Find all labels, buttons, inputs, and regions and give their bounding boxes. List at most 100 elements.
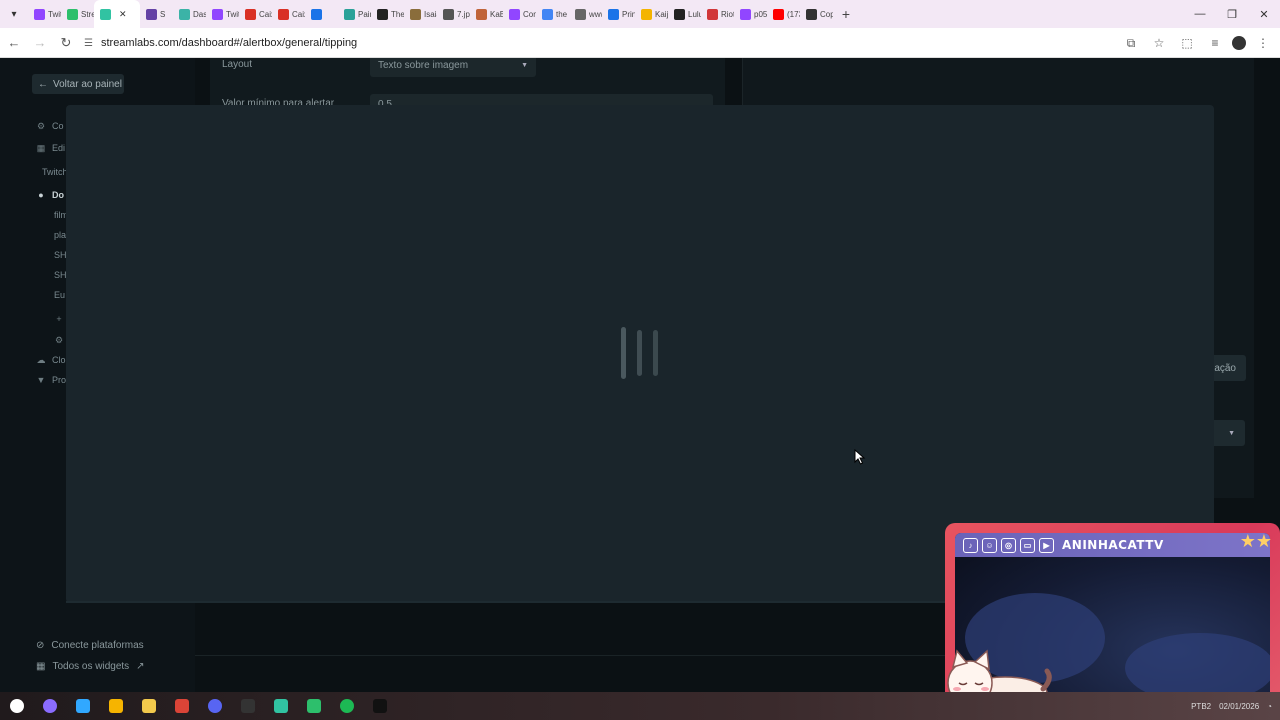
browser-tab[interactable]: Pain [338, 0, 371, 28]
new-tab-button[interactable]: + [833, 0, 859, 28]
sidebar-item-products[interactable]: ▼ Pro [36, 375, 66, 385]
profile-avatar[interactable] [1232, 36, 1246, 50]
reload-icon[interactable]: ↻ [54, 31, 78, 55]
notification-icon[interactable]: ◔ [1267, 702, 1272, 711]
sidebar-item-cloud[interactable]: ☁ Clo [36, 354, 66, 366]
photoshop-icon [75, 699, 90, 713]
media-player-icon [306, 699, 321, 713]
all-widgets-link[interactable]: ▦ Todos os widgets ↗ [36, 661, 145, 672]
chrome-canary-icon [108, 699, 123, 713]
taskbar-app-discord-chrome[interactable] [198, 692, 231, 720]
tab-favicon-icon [179, 8, 190, 20]
taskbar-app-chrome-canary[interactable] [99, 692, 132, 720]
taskbar-app-streamlabs[interactable] [264, 692, 297, 720]
extensions-icon[interactable]: ⬚ [1176, 32, 1198, 54]
sidebar-item-twitch[interactable]: Twitch [42, 167, 68, 177]
layout-select[interactable]: Texto sobre imagem ▼ [370, 58, 536, 77]
taskbar-app-chrome[interactable] [165, 692, 198, 720]
tab-title: Con [523, 9, 536, 19]
taskbar-app-capcut[interactable] [363, 692, 396, 720]
browser-tab[interactable]: (173 [767, 0, 800, 28]
browser-tab[interactable]: Riot [701, 0, 734, 28]
taskbar-app-file-explorer[interactable] [132, 692, 165, 720]
capcut-icon [372, 699, 387, 713]
address-bar[interactable]: ☰ streamlabs.com/dashboard#/alertbox/gen… [80, 31, 1140, 55]
taskbar-app-photoshop[interactable] [66, 692, 99, 720]
browser-tab[interactable]: Caix [272, 0, 305, 28]
tab-search-icon[interactable]: ▾ [0, 0, 28, 28]
grid-icon: ▦ [36, 661, 46, 672]
browser-tab[interactable]: Stre [61, 0, 94, 28]
back-arrow-icon[interactable]: ← [2, 31, 26, 55]
taskbar-app-media-player[interactable] [297, 692, 330, 720]
browser-tab[interactable]: Lulu [668, 0, 701, 28]
tab-title: the [556, 9, 568, 19]
tab-favicon-icon [377, 8, 388, 20]
discord-chrome-icon [207, 699, 222, 713]
url-text[interactable]: streamlabs.com/dashboard#/alertbox/gener… [101, 37, 357, 49]
connect-platforms-link[interactable]: ⊘ Conecte plataformas [36, 640, 144, 651]
sidebar-item-donations[interactable]: ● Do [36, 190, 64, 200]
gear-icon: ⚙ [36, 120, 46, 131]
mouse-cursor-icon [854, 449, 866, 465]
browser-tab[interactable]: Dast [173, 0, 206, 28]
sidebar-settings-button[interactable]: ⚙ [54, 335, 64, 345]
tab-favicon-icon [707, 8, 718, 20]
sidebar-subitem-2[interactable]: pla [54, 230, 66, 240]
browser-tab[interactable] [305, 0, 338, 28]
sidebar-item-config[interactable]: ⚙ Co [36, 120, 64, 132]
browser-tab[interactable]: 7.jpe [437, 0, 470, 28]
clock-date[interactable]: 02/01/2026 [1219, 702, 1259, 711]
browser-tab[interactable]: Kaij [635, 0, 668, 28]
browser-tab[interactable]: Isaia [404, 0, 437, 28]
sidebar-subitem-4[interactable]: SH [54, 270, 67, 280]
kebab-menu-icon[interactable]: ⋮ [1252, 32, 1274, 54]
close-tab-icon[interactable]: ✕ [119, 9, 127, 20]
sidebar-subitem-3[interactable]: SH [54, 250, 67, 260]
browser-tab[interactable]: www [569, 0, 602, 28]
sidebar-item-editor[interactable]: ▦ Edi [36, 143, 65, 154]
browser-tab[interactable]: p05 [734, 0, 767, 28]
site-info-icon[interactable]: ☰ [84, 38, 93, 49]
start-icon [9, 699, 24, 713]
taskbar-app-obs[interactable] [231, 692, 264, 720]
caret-down-icon: ▼ [1228, 429, 1235, 437]
tab-favicon-icon [806, 8, 817, 20]
cortana-icon [42, 699, 57, 713]
back-to-dashboard-button[interactable]: ← Voltar ao painel [32, 74, 124, 94]
browser-tab[interactable]: S [140, 0, 173, 28]
cloud-icon: ☁ [36, 354, 46, 365]
tab-title: 7.jpe [457, 9, 470, 19]
obs-icon [240, 699, 255, 713]
browser-tab[interactable]: Prin [602, 0, 635, 28]
browser-tab[interactable]: Twit [206, 0, 239, 28]
browser-tab[interactable]: Caix [239, 0, 272, 28]
translate-icon[interactable]: ⧉ [1120, 32, 1142, 54]
browser-tab[interactable]: Con [503, 0, 536, 28]
bookmark-star-icon[interactable]: ☆ [1148, 32, 1170, 54]
browser-tab[interactable]: ✕ [94, 0, 140, 28]
browser-tab[interactable]: The [371, 0, 404, 28]
browser-tab[interactable]: Cop [800, 0, 833, 28]
stars-icon: ★★ [1239, 531, 1272, 551]
restore-icon[interactable]: ❐ [1216, 0, 1248, 28]
close-window-icon[interactable]: ✕ [1248, 0, 1280, 28]
tab-favicon-icon [212, 8, 223, 20]
forward-arrow-icon[interactable]: → [28, 31, 52, 55]
minimize-icon[interactable]: — [1184, 0, 1216, 28]
add-variation-button[interactable]: + [54, 314, 64, 324]
browser-tab[interactable]: the [536, 0, 569, 28]
taskbar-app-cortana[interactable] [33, 692, 66, 720]
media-control-icon[interactable]: ≡ [1204, 32, 1226, 54]
system-tray: PTB2 02/01/2026 ◔ [1191, 692, 1272, 720]
taskbar-app-spotify[interactable] [330, 692, 363, 720]
twitch-icon: ▭ [1020, 537, 1035, 553]
taskbar-app-start[interactable] [0, 692, 33, 720]
browser-tab[interactable]: Twit [28, 0, 61, 28]
tray-label: PTB2 [1191, 701, 1212, 711]
spinner-bar [621, 327, 626, 379]
caret-down-icon: ▼ [521, 62, 528, 69]
browser-tab[interactable]: KaB [470, 0, 503, 28]
sidebar-subitem-5[interactable]: Eu [54, 290, 65, 300]
tab-favicon-icon [740, 8, 751, 20]
